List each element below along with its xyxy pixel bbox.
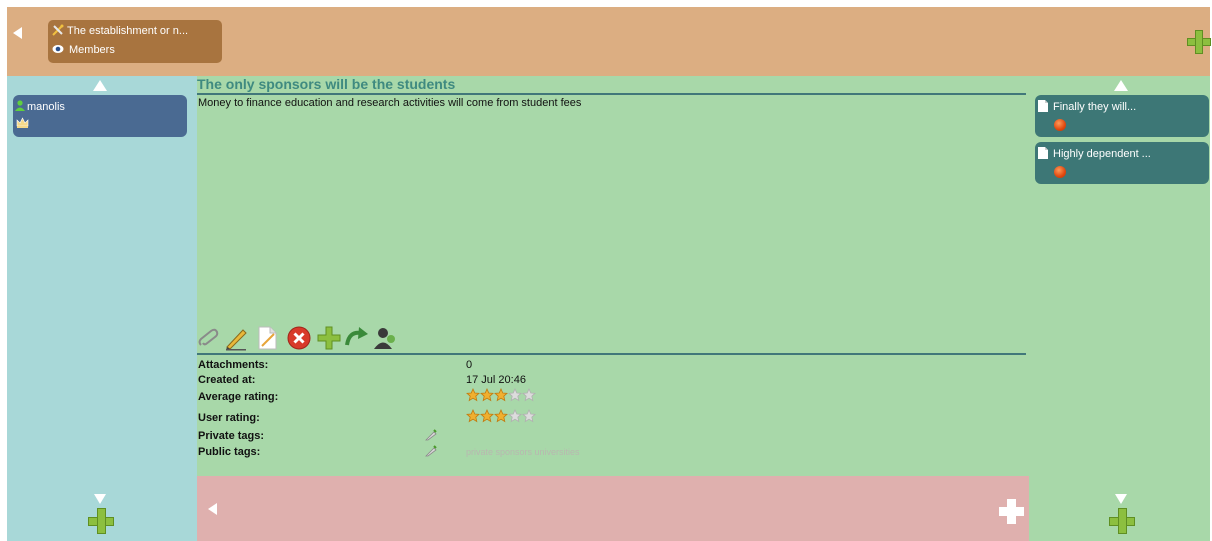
- document-icon[interactable]: [255, 325, 279, 351]
- add-child-button[interactable]: [1109, 508, 1135, 534]
- add-icon[interactable]: [317, 325, 341, 351]
- child-label: Highly dependent ...: [1053, 148, 1151, 160]
- user-rating-stars[interactable]: [466, 409, 536, 426]
- star-filled-icon[interactable]: [494, 409, 508, 423]
- star-filled-icon[interactable]: [480, 409, 494, 423]
- status-dot-icon: [1054, 166, 1066, 178]
- comments-area: [197, 476, 1029, 541]
- user-admin-icon[interactable]: [373, 325, 397, 351]
- edit-private-tags-icon[interactable]: [425, 429, 437, 441]
- attachments-value: 0: [466, 359, 473, 371]
- star-empty-icon: [508, 388, 522, 402]
- add-comment-button[interactable]: [999, 499, 1024, 524]
- child-item[interactable]: Highly dependent ...: [1035, 142, 1209, 184]
- parent-title: The establishment or n...: [67, 25, 189, 37]
- issue-panel: [197, 76, 1029, 476]
- back-arrow-icon[interactable]: [208, 503, 217, 515]
- user-rating-label: User rating:: [198, 412, 260, 424]
- divider: [197, 353, 1026, 355]
- public-tags-label: Public tags:: [198, 446, 261, 458]
- child-item[interactable]: Finally they will...: [1035, 95, 1209, 137]
- star-filled-icon: [480, 388, 494, 402]
- average-rating-stars: [466, 388, 536, 405]
- star-empty-icon: [522, 388, 536, 402]
- issue-title: The only sponsors will be the students: [197, 76, 456, 92]
- attach-icon[interactable]: [197, 325, 221, 351]
- star-filled-icon[interactable]: [466, 409, 480, 423]
- issue-toolbar: [197, 325, 417, 351]
- crown-icon: [16, 117, 29, 128]
- delete-icon[interactable]: [287, 325, 311, 351]
- average-rating-label: Average rating:: [198, 391, 279, 403]
- member-name: manolis: [27, 101, 65, 113]
- add-member-button[interactable]: [88, 508, 114, 534]
- eye-icon: [52, 45, 64, 53]
- created-value: 17 Jul 20:46: [466, 374, 526, 386]
- child-label: Finally they will...: [1053, 101, 1137, 113]
- redo-icon[interactable]: [345, 325, 369, 351]
- star-filled-icon: [466, 388, 480, 402]
- attachments-label: Attachments:: [198, 359, 269, 371]
- scroll-down-icon[interactable]: [94, 494, 106, 504]
- tools-icon: [52, 24, 64, 36]
- star-empty-icon[interactable]: [508, 409, 522, 423]
- add-parent-button[interactable]: [1187, 30, 1211, 54]
- issue-description: Money to finance education and research …: [198, 97, 582, 109]
- edit-icon[interactable]: [224, 325, 248, 351]
- public-tags-value[interactable]: private sponsors universities: [466, 447, 580, 457]
- back-arrow-icon[interactable]: [13, 27, 22, 39]
- member-card[interactable]: manolis: [13, 95, 187, 137]
- star-empty-icon[interactable]: [522, 409, 536, 423]
- parent-subtitle: Members: [69, 44, 115, 56]
- status-dot-icon: [1054, 119, 1066, 131]
- document-icon: [1038, 100, 1048, 112]
- scroll-down-icon[interactable]: [1115, 494, 1127, 504]
- parent-breadcrumb[interactable]: The establishment or n... Members: [48, 20, 222, 63]
- members-column: [7, 76, 197, 541]
- divider: [197, 93, 1026, 95]
- star-filled-icon: [494, 388, 508, 402]
- document-icon: [1038, 147, 1048, 159]
- created-label: Created at:: [198, 374, 256, 386]
- edit-public-tags-icon[interactable]: [425, 445, 437, 457]
- private-tags-label: Private tags:: [198, 430, 265, 442]
- user-icon: [15, 100, 25, 111]
- scroll-up-icon[interactable]: [1114, 80, 1128, 91]
- scroll-up-icon[interactable]: [93, 80, 107, 91]
